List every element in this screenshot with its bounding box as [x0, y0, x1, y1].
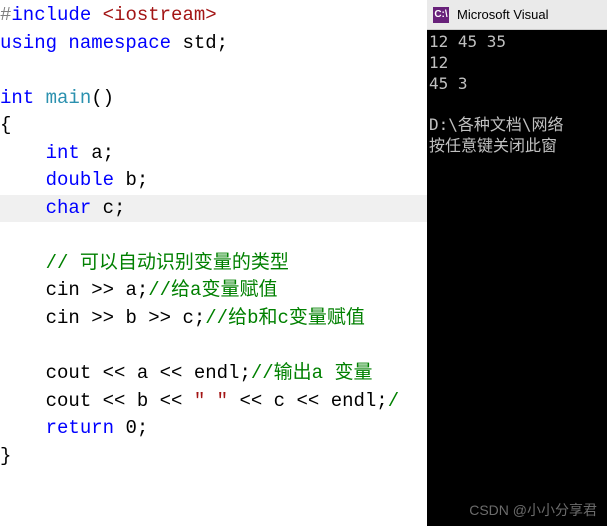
include-gt: > — [205, 4, 216, 26]
id-endl: endl — [194, 362, 240, 384]
id-cin: cin — [46, 279, 80, 301]
console-output[interactable]: 12 45 35 12 45 3 D:\各种文档\网络 按任意键关闭此窗 — [427, 30, 607, 526]
out-prompt: 按任意键关闭此窗 — [429, 136, 557, 155]
code-editor[interactable]: #include <iostream> using namespace std;… — [0, 0, 427, 526]
decl-int: int — [46, 142, 80, 164]
comment-a: //给a变量赋值 — [148, 279, 277, 301]
console-titlebar[interactable]: C:\ Microsoft Visual — [427, 0, 607, 30]
lit-zero: 0 — [125, 417, 136, 439]
console-panel: C:\ Microsoft Visual 12 45 35 12 45 3 D:… — [427, 0, 607, 526]
str-space: " " — [194, 390, 228, 412]
current-line: char c; — [0, 195, 427, 223]
preproc-directive: include — [11, 4, 91, 26]
vs-icon: C:\ — [433, 7, 449, 23]
out-line1: 12 45 35 — [429, 32, 506, 51]
kw-return: return — [46, 417, 114, 439]
fn-main: main — [46, 87, 92, 109]
decl-char: char — [46, 197, 92, 219]
include-lt: < — [103, 4, 114, 26]
comment-bc: //给b和c变量赋值 — [205, 307, 365, 329]
brace-close: } — [0, 445, 11, 467]
id-std: std — [182, 32, 216, 54]
out-path: D:\各种文档\网络 — [429, 115, 564, 134]
preproc-hash: # — [0, 4, 11, 26]
include-header: iostream — [114, 4, 205, 26]
out-line2: 12 — [429, 53, 448, 72]
decl-double: double — [46, 169, 114, 191]
kw-int: int — [0, 87, 34, 109]
kw-using: using — [0, 32, 57, 54]
comment-auto: // 可以自动识别变量的类型 — [46, 252, 289, 274]
kw-namespace: namespace — [68, 32, 171, 54]
console-title: Microsoft Visual — [457, 7, 549, 22]
comment-tail: / — [388, 390, 399, 412]
comment-outa: //输出a 变量 — [251, 362, 373, 384]
id-cout: cout — [46, 362, 92, 384]
brace-open: { — [0, 114, 11, 136]
out-line3: 45 3 — [429, 74, 468, 93]
